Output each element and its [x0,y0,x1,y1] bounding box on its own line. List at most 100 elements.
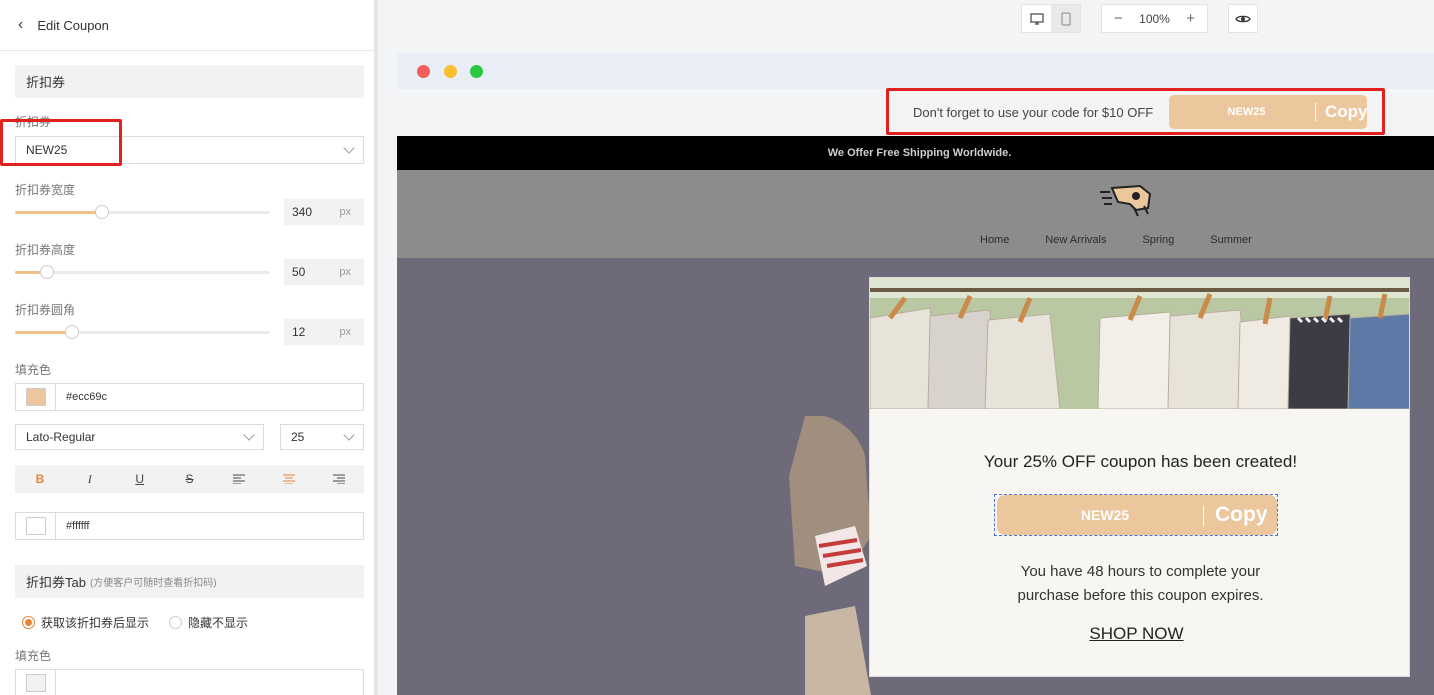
coupon-select-label: 折扣券 [15,115,52,129]
tab-fill-swatch [25,674,46,692]
store-header: Home New Arrivals Spring Summer [397,170,1434,258]
coupon-select-value: NEW25 [26,143,68,157]
coupon-select[interactable]: NEW25 [15,136,364,164]
reminder-text: Don't forget to use your code for $10 OF… [913,105,1154,120]
align-right-button[interactable] [314,465,364,493]
nav-summer[interactable]: Summer [1210,234,1252,246]
underline-button[interactable]: U [115,465,165,493]
nav-spring[interactable]: Spring [1142,234,1174,246]
height-label: 折扣券高度 [15,243,76,257]
width-slider[interactable] [15,205,270,219]
mobile-icon [1061,12,1070,25]
chevron-down-icon [343,429,355,441]
section-tab-label: 折扣券Tab [26,575,86,590]
window-maximize-dot [470,65,483,78]
window-minimize-dot [444,65,457,78]
reminder-copy-button[interactable]: Copy [1325,95,1368,129]
chevron-down-icon [343,142,355,154]
window-close-dot [417,65,430,78]
panel-title: Edit Coupon [37,17,109,33]
section-tab-title: 折扣券Tab (方便客户可随时查看折扣码) [15,565,364,598]
italic-button[interactable]: I [65,465,115,493]
tab-fill-swatch-button[interactable] [16,670,56,695]
zoom-control: − 100% + [1101,4,1208,33]
fill-color-label: 填充色 [15,363,52,377]
section-coupon-title: 折扣券 [15,65,364,98]
strikethrough-button[interactable]: S [165,465,215,493]
mobile-view-button[interactable] [1051,5,1080,32]
zoom-level: 100% [1139,11,1170,26]
nav-new-arrivals[interactable]: New Arrivals [1045,234,1106,246]
popup-title: Your 25% OFF coupon has been created! [983,452,1298,471]
tab-display-options: 获取该折扣券后显示 隐藏不显示 [22,614,248,631]
bold-button[interactable]: B [15,465,65,493]
align-left-icon [233,474,246,484]
coupon-divider [1315,103,1316,121]
panel-header: ‹ Edit Coupon [0,0,374,51]
popup-description-line-1: You have 48 hours to complete your [1020,563,1261,580]
text-color-swatch [25,517,46,535]
section-tab-hint: (方便客户可随时查看折扣码) [89,578,217,589]
align-center-icon [283,474,296,484]
width-value: 340 [292,205,313,219]
radio-show-button[interactable] [22,616,35,629]
text-color-hex: #ffffff [66,520,90,532]
font-family-select[interactable]: Lato-Regular [15,424,264,450]
radius-label: 折扣券圆角 [15,303,76,317]
font-size-select[interactable]: 25 [280,424,364,450]
slider-handle[interactable] [40,265,54,279]
radius-input[interactable]: 12 px [284,319,364,345]
hero-dog-image [789,416,871,695]
height-input[interactable]: 50 px [284,259,364,285]
back-arrow-icon[interactable]: ‹ [18,17,23,33]
fill-color-swatch [25,388,46,406]
tab-fill-color-label: 填充色 [15,649,52,663]
clothes-rack-image [870,278,1409,409]
device-toggle [1021,4,1081,33]
store-nav-links: Home New Arrivals Spring Summer [980,234,1288,246]
text-format-toolbar: B I U S [15,465,364,493]
zoom-in-button[interactable]: + [1186,10,1195,27]
slider-handle[interactable] [65,325,79,339]
popup-description: You have 48 hours to complete your purch… [870,560,1409,608]
reminder-coupon-code: NEW25 [1227,106,1266,118]
slider-handle[interactable] [95,205,109,219]
width-input[interactable]: 340 px [284,199,364,225]
radio-hide-label[interactable]: 隐藏不显示 [188,614,248,631]
shop-now-link[interactable]: SHOP NOW [870,624,1403,644]
chevron-down-icon [243,429,255,441]
text-color-swatch-button[interactable] [16,513,56,539]
align-left-button[interactable] [214,465,264,493]
height-unit: px [339,266,351,278]
height-slider[interactable] [15,265,270,279]
popup-description-line-2: purchase before this coupon expires. [1017,587,1264,604]
reminder-coupon[interactable]: NEW25 Copy [1169,95,1368,129]
slider-fill [15,331,72,334]
fill-color-swatch-button[interactable] [16,384,56,410]
announcement-bar: We Offer Free Shipping Worldwide. [397,136,1434,170]
nav-home[interactable]: Home [980,234,1009,246]
radius-unit: px [339,326,351,338]
store-logo-icon [1100,184,1152,217]
width-unit: px [339,206,351,218]
zoom-out-button[interactable]: − [1114,10,1123,27]
align-center-button[interactable] [264,465,314,493]
edit-coupon-panel: ‹ Edit Coupon 折扣券 折扣券 NEW25 折扣券宽度 340 px… [0,0,378,695]
radius-slider[interactable] [15,325,270,339]
eye-icon [1235,15,1251,22]
width-label: 折扣券宽度 [15,183,76,197]
fill-color-field[interactable]: #ecc69c [15,383,364,411]
fill-color-hex: #ecc69c [66,391,107,403]
preview-button[interactable] [1228,4,1258,33]
text-color-field[interactable]: #ffffff [15,512,364,540]
radio-hide-button[interactable] [169,616,183,629]
radio-show-label[interactable]: 获取该折扣券后显示 [41,614,149,631]
font-family-value: Lato-Regular [26,430,96,444]
tab-fill-color-field[interactable] [15,669,364,695]
browser-frame-bar [397,54,1434,89]
selected-element-outline [994,494,1278,536]
desktop-view-button[interactable] [1022,5,1051,32]
desktop-icon [1029,12,1044,25]
coupon-popup: Your 25% OFF coupon has been created! NE… [869,277,1410,677]
radius-value: 12 [292,325,306,339]
